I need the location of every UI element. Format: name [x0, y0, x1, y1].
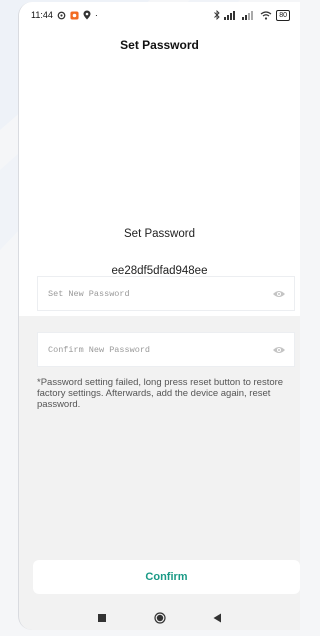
back-icon[interactable]	[211, 611, 225, 625]
app-notification-icon	[70, 10, 79, 20]
section-heading: Set Password	[124, 228, 195, 240]
bluetooth-icon	[214, 10, 220, 20]
page-title: Set Password	[19, 28, 300, 62]
eye-icon[interactable]	[272, 345, 286, 355]
recent-apps-icon[interactable]	[95, 611, 109, 625]
battery-icon: 80	[276, 9, 290, 21]
reset-instructions-note: *Password setting failed, long press res…	[37, 377, 284, 410]
confirm-password-input[interactable]	[46, 343, 272, 356]
confirm-password-field[interactable]	[37, 332, 295, 367]
status-bar: 11:44 · 80	[19, 2, 300, 28]
location-icon	[83, 10, 91, 20]
settings-icon	[57, 11, 66, 20]
signal-icon	[242, 10, 256, 20]
status-dot: ·	[94, 10, 98, 20]
signal-icon	[224, 10, 238, 20]
wifi-icon	[260, 10, 272, 20]
status-time: 11:44	[31, 10, 53, 20]
system-nav-bar	[19, 606, 300, 630]
eye-icon[interactable]	[272, 289, 286, 299]
phone-screen: 11:44 · 80 Set Password Set Password ee2…	[18, 2, 300, 630]
home-icon[interactable]	[153, 611, 167, 625]
new-password-field[interactable]	[37, 276, 295, 311]
new-password-input[interactable]	[46, 287, 272, 300]
confirm-button[interactable]: Confirm	[33, 560, 300, 594]
